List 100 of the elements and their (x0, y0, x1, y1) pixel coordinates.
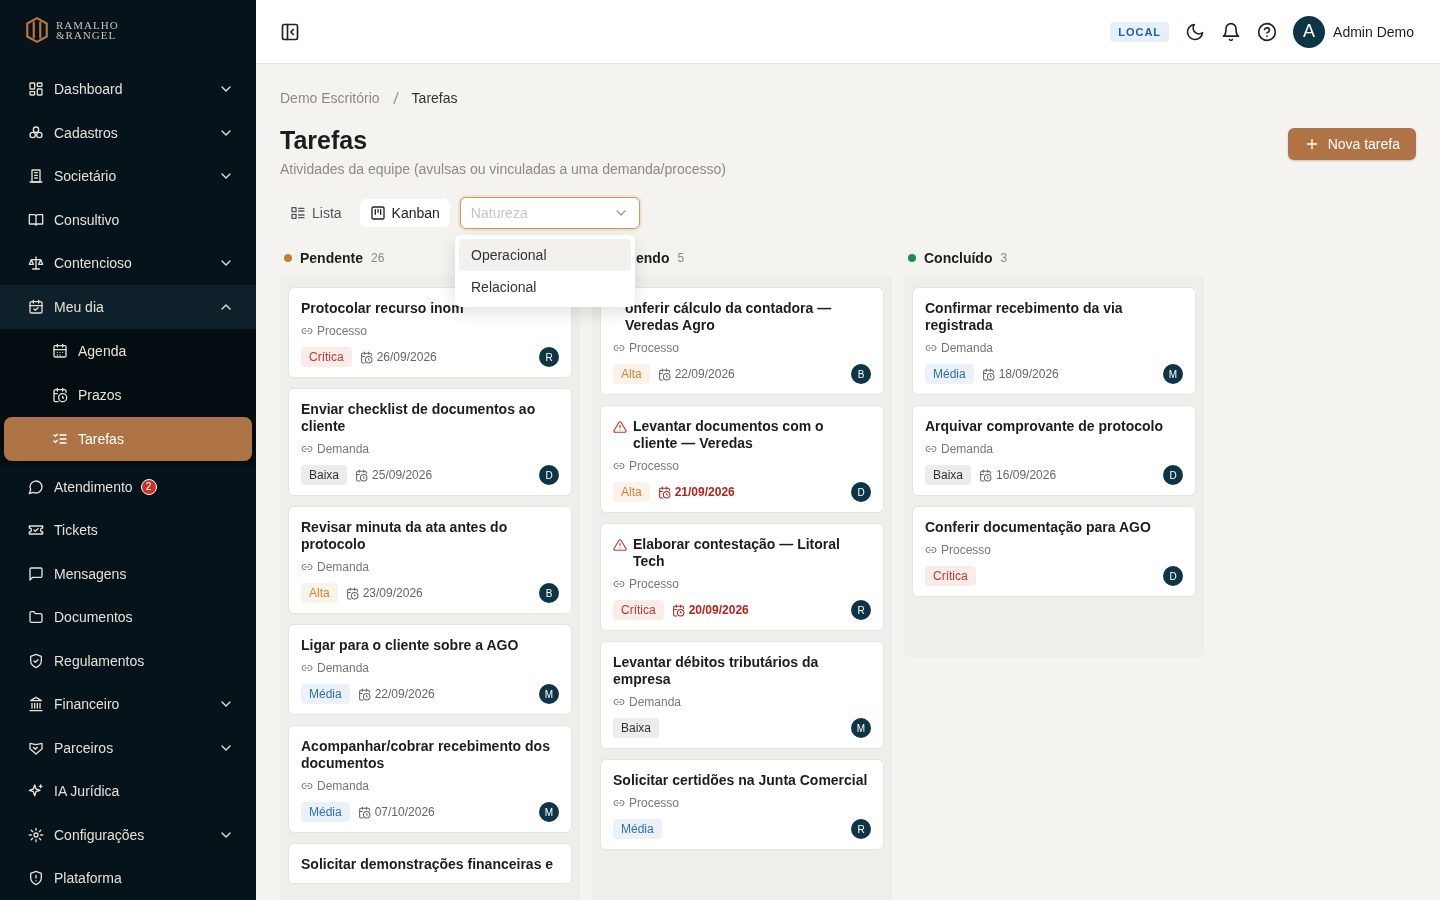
link-type: Demanda (317, 560, 370, 574)
link-icon (301, 443, 313, 455)
task-card[interactable]: Elaborar contestação — Litoral Tech Processo Crítica 20/09/2026 R (600, 523, 884, 631)
assignee-avatar: R (851, 600, 871, 620)
link-icon (613, 342, 625, 354)
column-count: 3 (1000, 251, 1008, 265)
calendar-clock-icon (657, 367, 671, 381)
column-title: Concluído (924, 250, 993, 266)
priority-tag: Média (613, 819, 662, 839)
link-type: Processo (629, 796, 680, 810)
due-date: 23/09/2026 (362, 586, 423, 600)
sidebar-item[interactable]: Documentos (0, 595, 256, 639)
link-icon (301, 662, 313, 674)
link-type: Demanda (317, 661, 370, 675)
kanban-icon (369, 205, 386, 221)
task-card[interactable]: Solicitar demonstrações financeiras e (288, 843, 572, 884)
calendar-check-icon (28, 299, 44, 315)
user-avatar[interactable]: A (1293, 15, 1326, 48)
bank-icon (28, 696, 44, 713)
task-card[interactable]: Levantar débitos tributários da empresa Demanda Baixa M (600, 641, 884, 749)
link-icon (613, 578, 625, 590)
environment-tag: LOCAL (1110, 21, 1170, 42)
new-task-button[interactable]: Nova tarefa (1287, 128, 1416, 160)
card-title: Levantar documentos com o cliente — Veredas (633, 418, 825, 452)
link-type: Processo (629, 459, 680, 473)
task-card[interactable]: Ligar para o cliente sobre a AGO Demanda Média 22/09/2026 M (288, 624, 572, 715)
sidebar-item[interactable]: Dashboard (0, 67, 256, 112)
sidebar-item[interactable]: Financeiro (0, 682, 256, 726)
list-view-icon (290, 205, 306, 221)
sidebar-item[interactable]: Cadastros (0, 111, 256, 155)
sidebar-subitem[interactable]: Prazos (0, 372, 256, 417)
task-card[interactable]: Conferir documentação para AGO Processo Crítica D (912, 506, 1196, 597)
priority-tag: Média (301, 684, 350, 704)
sidebar-subitem[interactable]: Agenda (0, 328, 256, 373)
task-card[interactable]: onferir cálculo da contadora — Veredas Agro Processo Alta 22/09/2026 B (600, 287, 884, 395)
due-date: 20/09/2026 (688, 603, 749, 617)
chat-bubble-icon (28, 478, 44, 495)
link-icon (613, 797, 625, 809)
column-title: endo (635, 250, 670, 266)
calendar-clock-icon (979, 468, 993, 482)
user-name[interactable]: Admin Demo (1333, 23, 1414, 40)
sidebar-item[interactable]: Tickets (0, 508, 256, 552)
sidebar-item[interactable]: Plataforma (0, 856, 256, 900)
calendar-clock-icon (981, 367, 995, 381)
link-type: Demanda (941, 341, 994, 355)
link-type: Processo (317, 324, 368, 338)
task-card[interactable]: Acompanhar/cobrar recebimento dos documentos Demanda Média 07/10/2026 M (288, 725, 572, 833)
task-card[interactable]: Confirmar recebimento da via registrada Demanda Média 18/09/2026 M (912, 287, 1196, 395)
task-card[interactable]: Arquivar comprovante de protocolo Demanda Baixa 16/09/2026 D (912, 405, 1196, 496)
sidebar-item[interactable]: Mensagens (0, 551, 256, 596)
link-type: Processo (941, 543, 992, 557)
card-title: Confirmar recebimento da via registrada (925, 300, 1124, 334)
moon-icon (1185, 21, 1206, 42)
sidebar-item[interactable]: Consultivo (0, 198, 256, 242)
sidebar-item[interactable]: Regulamentos (0, 638, 256, 683)
message-icon (28, 565, 44, 582)
column-count: 5 (677, 251, 685, 265)
breadcrumb-item: Tarefas (411, 90, 458, 106)
assignee-avatar: D (1163, 465, 1183, 485)
page-subtitle: Atividades da equipe (avulsas ou vinculadas a uma demanda/processo) (280, 161, 726, 177)
sidebar-subitem[interactable]: Tarefas (4, 416, 252, 461)
task-card[interactable]: Solicitar certidões na Junta Comercial Processo Média R (600, 759, 884, 850)
view-tab[interactable]: Lista (280, 199, 352, 227)
brand-name: RAMALHO &RANGEL (56, 19, 119, 40)
bell-icon (1221, 21, 1242, 42)
card-title: Elaborar contestação — Litoral Tech (633, 536, 841, 570)
task-card[interactable]: Revisar minuta da ata antes do protocolo Demanda Alta 23/09/2026 B (288, 506, 572, 614)
priority-tag: Alta (613, 364, 650, 384)
sidebar-item[interactable]: Configurações (0, 813, 256, 857)
sidebar-item[interactable]: Meu dia (0, 285, 256, 329)
sidebar-item[interactable]: Contencioso (0, 241, 256, 286)
link-icon (925, 443, 937, 455)
sidebar-item[interactable]: Societário (0, 154, 256, 199)
sidebar-item[interactable]: IA Jurídica (0, 769, 256, 813)
link-type: Demanda (629, 695, 682, 709)
priority-tag: Média (301, 802, 350, 822)
scale-icon (28, 255, 44, 272)
priority-tag: Baixa (925, 465, 972, 485)
priority-tag: Média (925, 364, 974, 384)
calendar-clock-icon (357, 805, 371, 819)
warning-icon (613, 538, 627, 552)
priority-tag: Crítica (613, 600, 664, 620)
sidebar-toggle-icon (280, 21, 300, 42)
card-title: Conferir documentação para AGO (925, 519, 1152, 536)
card-title: Solicitar demonstrações financeiras e (301, 856, 555, 873)
card-title: Enviar checklist de documentos ao cliente (301, 401, 537, 435)
priority-tag: Baixa (613, 718, 660, 738)
task-card[interactable]: Levantar documentos com o cliente — Veredas Processo Alta 21/09/2026 D (600, 405, 884, 513)
sidebar-item[interactable]: Parceiros (0, 725, 256, 770)
calendar-clock-icon (657, 485, 671, 499)
link-type: Demanda (317, 442, 370, 456)
shield-alert-icon (28, 870, 44, 887)
priority-tag: Crítica (301, 347, 352, 367)
assignee-avatar: B (851, 364, 871, 384)
warning-icon (613, 420, 627, 434)
sidebar-item[interactable]: Atendimento 2 (0, 464, 256, 509)
boxes-icon (28, 124, 44, 141)
task-card[interactable]: Enviar checklist de documentos ao cliente Demanda Baixa 25/09/2026 D (288, 388, 572, 496)
dropdown-option[interactable]: Operacional (459, 239, 631, 271)
view-tab[interactable]: Kanban (359, 199, 450, 227)
